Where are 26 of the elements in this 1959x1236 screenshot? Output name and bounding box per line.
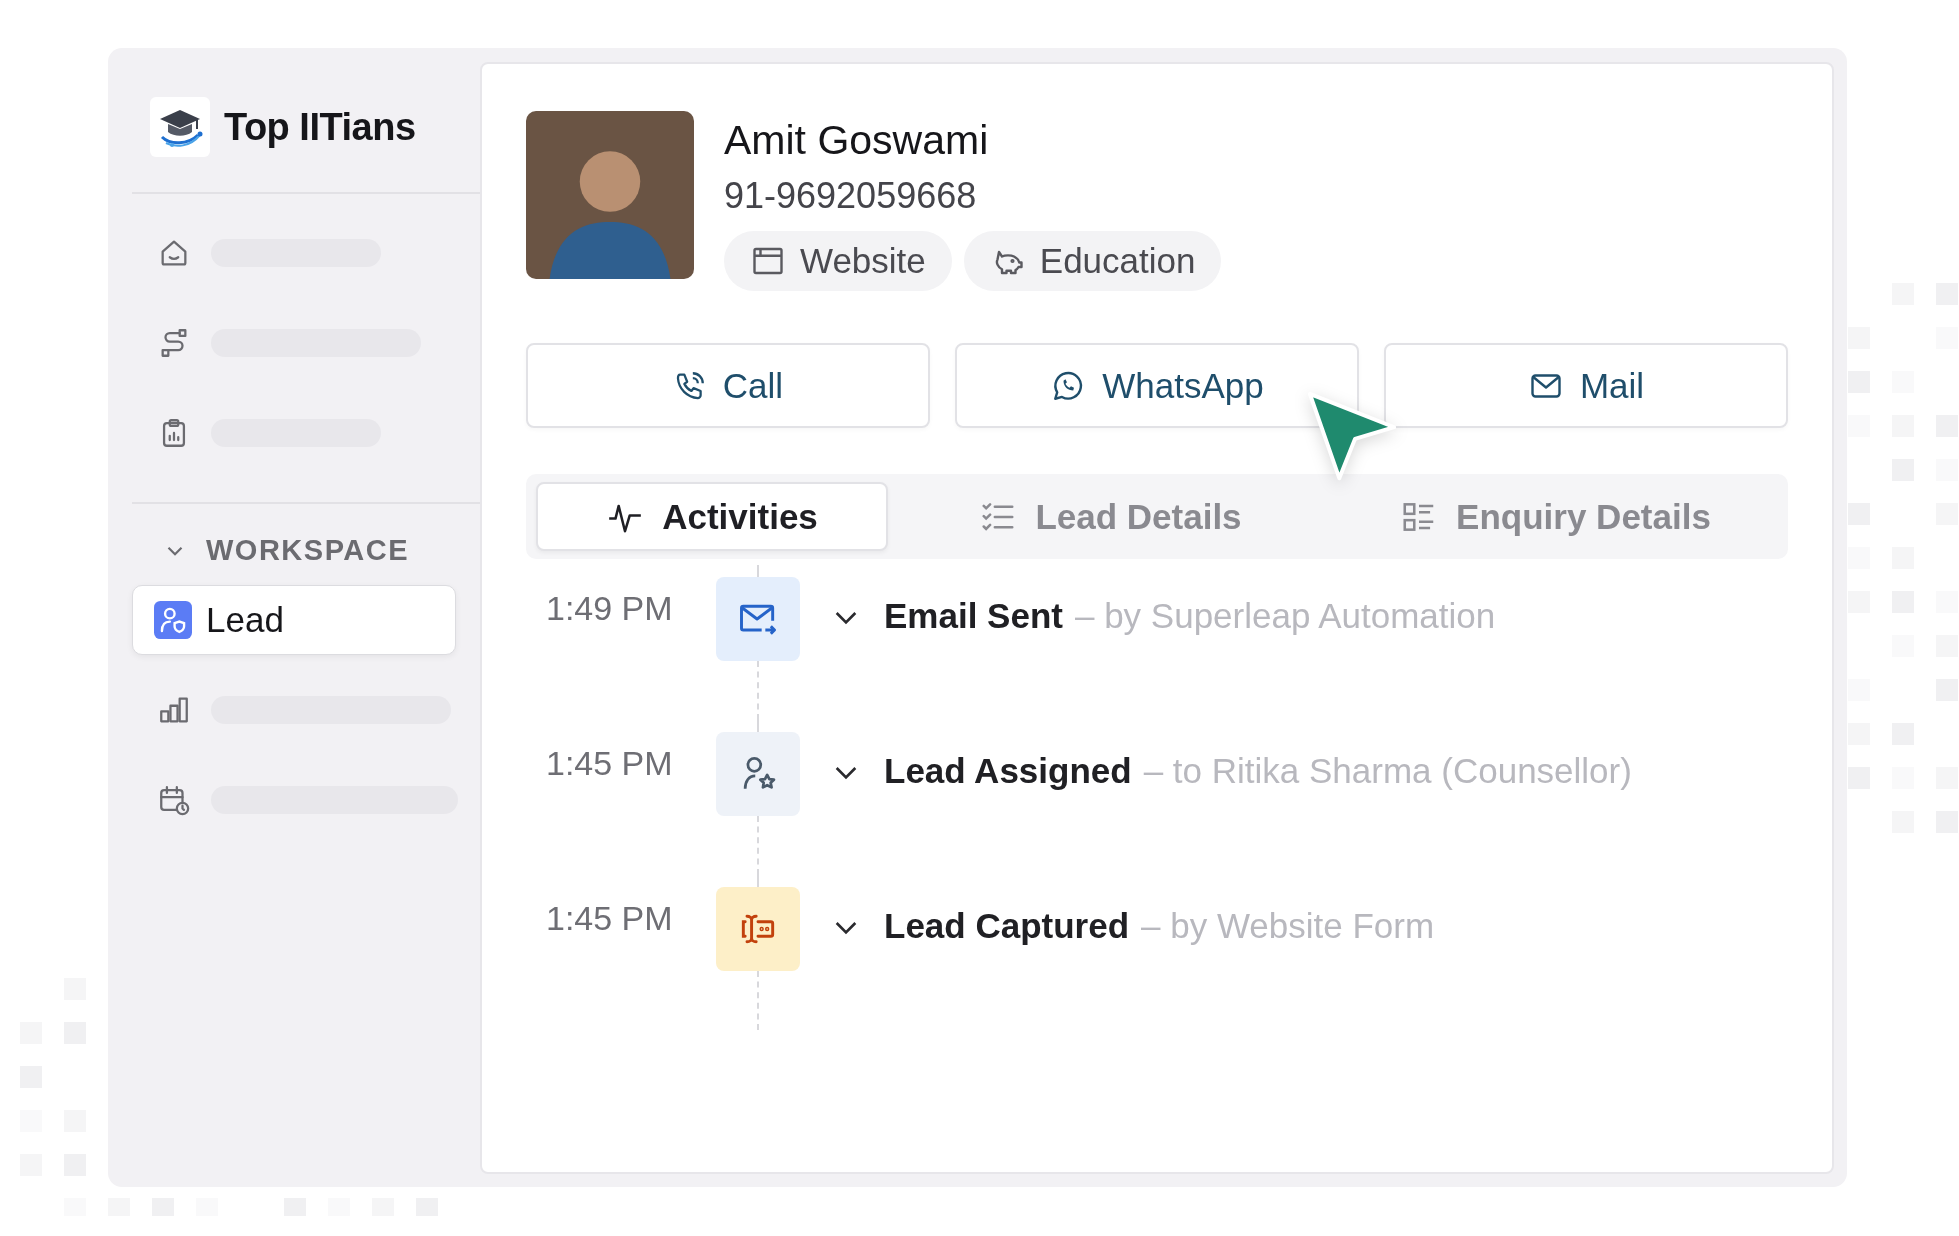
graduation-cap-logo-icon (150, 97, 210, 157)
event-title: Email Sent (884, 596, 1063, 636)
event-time: 1:45 PM (545, 744, 674, 783)
lead-name: Amit Goswami (724, 116, 990, 165)
calendar-icon (157, 783, 191, 817)
phone-number: 91-9692059668 (724, 174, 978, 218)
call-button[interactable]: Call (526, 343, 930, 428)
tag-chip: Education (963, 231, 1222, 291)
nav-item[interactable]: Lead (132, 585, 456, 655)
tag-chip: Website (724, 231, 952, 291)
event-detail: – by Website Form (1141, 906, 1435, 946)
nav-label: Lead (206, 600, 284, 640)
brand-name: Top IITians (224, 105, 416, 149)
event-time: 1:45 PM (545, 899, 674, 938)
event-detail: – to Ritika Sharma (Counsellor) (1143, 751, 1632, 791)
tab[interactable]: Activities (536, 482, 888, 551)
person-icon (154, 601, 192, 639)
text-cursor-icon (716, 887, 800, 971)
event-time: 1:49 PM (545, 589, 674, 628)
event-title: Lead Assigned (884, 751, 1132, 791)
mail-send-icon (716, 577, 800, 661)
whatsapp-button[interactable]: WhatsApp (955, 343, 1359, 428)
mail-button[interactable]: Mail (1384, 343, 1788, 428)
event-title: Lead Captured (884, 906, 1130, 946)
section-label: WORKSPACE (206, 534, 410, 567)
event-detail: – by Superleap Automation (1074, 596, 1496, 636)
